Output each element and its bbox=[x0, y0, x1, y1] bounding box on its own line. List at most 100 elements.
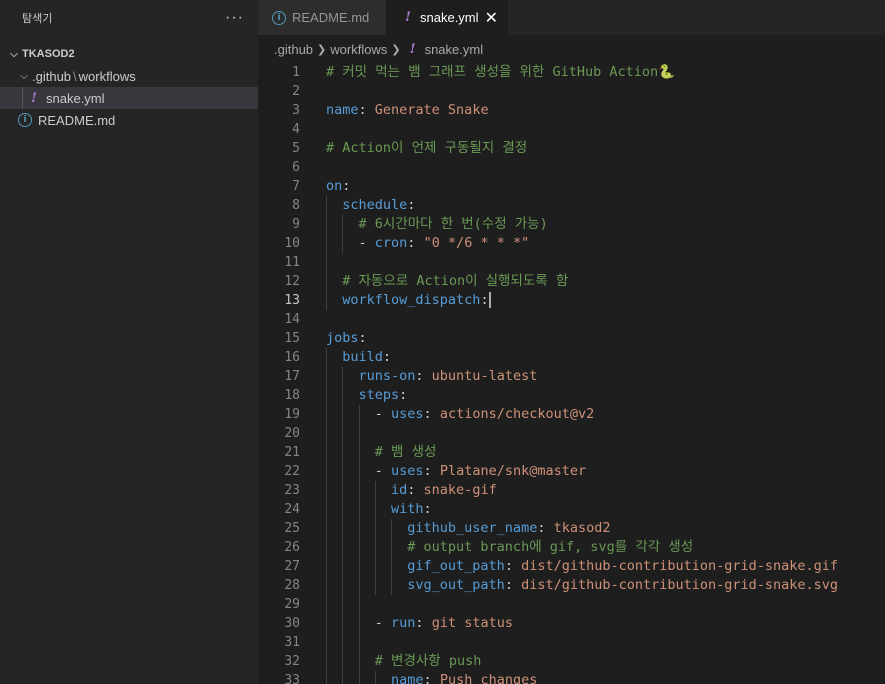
editor-tabs: i README.md ! snake.yml ✕ bbox=[258, 0, 885, 35]
breadcrumb: .github ❯ workflows ❯ ! snake.yml bbox=[258, 35, 885, 63]
line-number: 33 bbox=[284, 673, 300, 684]
code-token: run bbox=[391, 615, 416, 631]
code-token: runs-on bbox=[326, 368, 416, 384]
code-token: # output branch에 gif, svg를 각각 생성 bbox=[326, 539, 694, 555]
code-text: github_user_name: tkasod2 bbox=[326, 519, 610, 538]
line-number: 16 bbox=[284, 350, 300, 365]
line-number: 13 bbox=[284, 293, 300, 308]
tree-item-snake-yml[interactable]: ! snake.yml bbox=[0, 87, 258, 109]
line-number: 11 bbox=[284, 255, 300, 270]
breadcrumb-snake-yml[interactable]: snake.yml bbox=[425, 42, 484, 57]
indent-guide bbox=[342, 633, 344, 652]
line-number: 20 bbox=[284, 426, 300, 441]
code-text: - run: git status bbox=[326, 614, 513, 633]
text-cursor bbox=[488, 292, 491, 308]
tab-snake-yml[interactable]: ! snake.yml ✕ bbox=[386, 0, 508, 35]
code-editor[interactable]: 1 # 커밋 먹는 뱀 그래프 생성을 위한 GitHub Action🐍 2 3 na… bbox=[258, 63, 885, 684]
code-token: - bbox=[326, 235, 375, 251]
code-line: 32 # 변경사항 push bbox=[258, 652, 885, 671]
code-token: : bbox=[342, 178, 351, 194]
file-label-readme: README.md bbox=[38, 112, 116, 128]
workspace-section[interactable]: ⌵ TKASOD2 bbox=[0, 43, 258, 65]
file-label-snake: snake.yml bbox=[46, 90, 105, 106]
code-line: 18 steps: bbox=[258, 386, 885, 405]
code-text: id: snake-gif bbox=[326, 481, 497, 500]
line-number: 15 bbox=[284, 331, 300, 346]
code-text: jobs: bbox=[326, 329, 367, 348]
code-token: name bbox=[326, 102, 359, 118]
code-token: steps bbox=[326, 387, 400, 403]
line-number: 29 bbox=[284, 597, 300, 612]
code-line: 2 bbox=[258, 82, 885, 101]
code-text: # output branch에 gif, svg를 각각 생성 bbox=[326, 538, 693, 557]
code-text: steps: bbox=[326, 386, 408, 405]
breadcrumb-workflows[interactable]: workflows bbox=[330, 42, 387, 57]
explorer-sidebar: 탐색기 ··· ⌵ TKASOD2 ⌵ .github \ workflows … bbox=[0, 0, 258, 684]
code-token: svg_out_path bbox=[326, 577, 505, 593]
tab-readme[interactable]: i README.md bbox=[258, 0, 386, 35]
breadcrumb-github[interactable]: .github bbox=[274, 42, 313, 57]
code-line: 3 name: Generate Snake bbox=[258, 101, 885, 120]
yaml-file-icon: ! bbox=[409, 41, 416, 57]
code-text: # 6시간마다 한 번(수정 가능) bbox=[326, 215, 548, 234]
line-number: 26 bbox=[284, 540, 300, 555]
tree-item-github-workflows[interactable]: ⌵ .github \ workflows bbox=[0, 65, 258, 87]
code-token: workflow_dispatch bbox=[326, 292, 481, 308]
code-line: 14 bbox=[258, 310, 885, 329]
workspace-label: TKASOD2 bbox=[22, 48, 75, 60]
chevron-down-icon: ⌵ bbox=[20, 70, 28, 82]
more-actions-icon[interactable]: ··· bbox=[225, 9, 244, 27]
line-number: 4 bbox=[292, 122, 300, 137]
code-line: 22 - uses: Platane/snk@master bbox=[258, 462, 885, 481]
code-line: 27 gif_out_path: dist/github-contributio… bbox=[258, 557, 885, 576]
indent-guide bbox=[326, 253, 327, 272]
code-token: : bbox=[504, 577, 522, 593]
code-token: : bbox=[415, 368, 432, 384]
line-number: 18 bbox=[284, 388, 300, 403]
tab-label-readme: README.md bbox=[292, 10, 370, 25]
indent-guide bbox=[342, 595, 344, 614]
code-token: - bbox=[326, 615, 392, 631]
code-token: cron bbox=[374, 235, 408, 251]
code-text: # 자동으로 Action이 실행되도록 함 bbox=[326, 272, 568, 291]
chevron-right-icon: ❯ bbox=[391, 43, 401, 56]
line-number: 23 bbox=[284, 483, 300, 498]
line-number: 3 bbox=[292, 103, 300, 118]
line-number: 24 bbox=[284, 502, 300, 517]
code-token: ubuntu-latest bbox=[431, 368, 538, 384]
code-token: : bbox=[423, 501, 432, 517]
indent-guide bbox=[358, 424, 360, 443]
code-token: # 변경사항 push bbox=[326, 653, 482, 669]
code-token: : bbox=[415, 615, 432, 631]
code-line: 1 # 커밋 먹는 뱀 그래프 생성을 위한 GitHub Action🐍 bbox=[258, 63, 885, 82]
indent-guide bbox=[22, 87, 23, 109]
line-number: 32 bbox=[284, 654, 300, 669]
info-file-icon: i bbox=[18, 113, 32, 127]
close-icon[interactable]: ✕ bbox=[485, 8, 498, 28]
line-number: 12 bbox=[284, 274, 300, 289]
code-text: # Action이 언제 구동될지 결정 bbox=[326, 139, 527, 158]
code-token: # 6시간마다 한 번(수정 가능) bbox=[326, 216, 548, 232]
code-line: 24 with: bbox=[258, 500, 885, 519]
explorer-header: 탐색기 ··· bbox=[0, 0, 258, 35]
code-line: 23 id: snake-gif bbox=[258, 481, 885, 500]
code-line: 33 name: Push changes bbox=[258, 671, 885, 684]
code-text: - uses: actions/checkout@v2 bbox=[326, 405, 594, 424]
code-line: 10 - cron: "0 */6 * * *" bbox=[258, 234, 885, 253]
explorer-title: 탐색기 bbox=[22, 12, 53, 25]
tree-item-readme[interactable]: i README.md bbox=[0, 109, 258, 131]
code-text: schedule: bbox=[326, 196, 415, 215]
line-number: 9 bbox=[292, 217, 300, 232]
tab-label-snake: snake.yml bbox=[420, 10, 479, 25]
code-token: : bbox=[504, 558, 522, 574]
code-text: gif_out_path: dist/github-contribution-g… bbox=[326, 557, 838, 576]
code-token: on bbox=[326, 178, 343, 194]
indent-guide bbox=[358, 595, 360, 614]
line-number: 14 bbox=[284, 312, 300, 327]
code-line: 12 # 자동으로 Action이 실행되도록 함 bbox=[258, 272, 885, 291]
code-token: github_user_name bbox=[326, 520, 538, 536]
code-text: on: bbox=[326, 177, 350, 196]
line-number: 10 bbox=[284, 236, 300, 251]
info-file-icon: i bbox=[272, 10, 286, 25]
